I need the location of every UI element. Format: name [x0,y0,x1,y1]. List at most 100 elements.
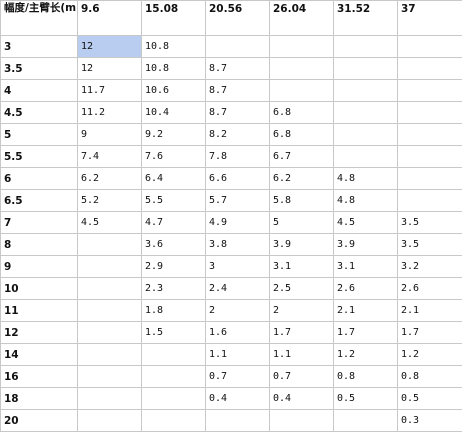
row-header[interactable]: 14 [0,343,78,366]
table-cell[interactable]: 6.8 [269,123,334,146]
table-cell[interactable]: 3.9 [333,233,398,256]
table-cell[interactable] [397,189,462,212]
table-cell[interactable]: 7.8 [205,145,270,168]
table-cell[interactable]: 11.2 [77,101,142,124]
table-cell[interactable]: 0.4 [269,387,334,410]
table-cell[interactable]: 2.3 [141,277,206,300]
table-cell[interactable]: 12 [77,57,142,80]
table-cell[interactable] [77,387,142,410]
table-cell[interactable] [269,79,334,102]
table-cell[interactable]: 0.8 [333,365,398,388]
table-cell[interactable] [77,277,142,300]
table-cell[interactable]: 3.1 [333,255,398,278]
table-cell[interactable]: 3 [205,255,270,278]
table-cell[interactable]: 9.2 [141,123,206,146]
column-header[interactable]: 37 [397,0,462,36]
table-cell[interactable] [397,79,462,102]
table-cell[interactable]: 0.8 [397,365,462,388]
table-cell[interactable]: 8.7 [205,57,270,80]
table-cell[interactable] [77,321,142,344]
table-cell[interactable] [397,145,462,168]
table-cell[interactable]: 3.9 [269,233,334,256]
table-cell[interactable]: 10.8 [141,35,206,58]
table-cell[interactable]: 9 [77,123,142,146]
table-cell[interactable] [397,35,462,58]
row-header[interactable]: 8 [0,233,78,256]
table-cell[interactable]: 6.2 [77,167,142,190]
table-cell[interactable] [397,123,462,146]
table-cell[interactable]: 10.6 [141,79,206,102]
row-header[interactable]: 4 [0,79,78,102]
table-cell[interactable]: 2.6 [397,277,462,300]
row-header[interactable]: 3.5 [0,57,78,80]
table-cell[interactable] [77,233,142,256]
selected-cell[interactable]: 12 [77,35,142,58]
table-cell[interactable] [77,343,142,366]
table-cell[interactable] [333,123,398,146]
table-cell[interactable] [333,145,398,168]
table-cell[interactable] [141,343,206,366]
table-cell[interactable]: 10.4 [141,101,206,124]
table-cell[interactable]: 3.5 [397,211,462,234]
table-cell[interactable] [333,409,398,432]
row-header[interactable]: 18 [0,387,78,410]
table-cell[interactable]: 2.6 [333,277,398,300]
table-cell[interactable] [397,57,462,80]
table-cell[interactable]: 5.7 [205,189,270,212]
table-cell[interactable]: 11.7 [77,79,142,102]
table-cell[interactable]: 2 [269,299,334,322]
table-cell[interactable]: 1.7 [333,321,398,344]
table-cell[interactable] [269,57,334,80]
table-cell[interactable] [269,409,334,432]
table-cell[interactable] [141,387,206,410]
row-header[interactable]: 20 [0,409,78,432]
table-cell[interactable]: 0.5 [397,387,462,410]
table-cell[interactable]: 8.7 [205,101,270,124]
column-header[interactable]: 9.6 [77,0,142,36]
table-cell[interactable]: 6.7 [269,145,334,168]
table-cell[interactable]: 1.8 [141,299,206,322]
table-cell[interactable]: 4.7 [141,211,206,234]
table-cell[interactable]: 1.1 [269,343,334,366]
table-cell[interactable]: 1.1 [205,343,270,366]
table-cell[interactable]: 2.9 [141,255,206,278]
table-cell[interactable]: 5.2 [77,189,142,212]
table-cell[interactable]: 0.5 [333,387,398,410]
table-cell[interactable] [77,255,142,278]
table-cell[interactable]: 3.5 [397,233,462,256]
table-cell[interactable]: 3.2 [397,255,462,278]
table-cell[interactable] [333,79,398,102]
table-cell[interactable] [77,299,142,322]
table-cell[interactable]: 1.2 [397,343,462,366]
row-header[interactable]: 9 [0,255,78,278]
table-cell[interactable] [333,101,398,124]
table-cell[interactable]: 4.8 [333,167,398,190]
table-cell[interactable] [141,365,206,388]
table-cell[interactable]: 6.6 [205,167,270,190]
table-cell[interactable]: 1.7 [397,321,462,344]
table-cell[interactable]: 1.5 [141,321,206,344]
table-cell[interactable]: 5.8 [269,189,334,212]
row-header[interactable]: 5.5 [0,145,78,168]
table-cell[interactable]: 3.6 [141,233,206,256]
table-cell[interactable]: 0.7 [205,365,270,388]
row-header[interactable]: 5 [0,123,78,146]
row-header[interactable]: 12 [0,321,78,344]
table-cell[interactable]: 4.8 [333,189,398,212]
table-cell[interactable]: 5.5 [141,189,206,212]
table-cell[interactable] [397,167,462,190]
table-cell[interactable] [77,409,142,432]
table-cell[interactable]: 2 [205,299,270,322]
row-header[interactable]: 3 [0,35,78,58]
row-header[interactable]: 4.5 [0,101,78,124]
column-header[interactable]: 26.04 [269,0,334,36]
table-cell[interactable]: 10.8 [141,57,206,80]
table-cell[interactable]: 2.5 [269,277,334,300]
table-cell[interactable] [333,35,398,58]
table-cell[interactable] [77,365,142,388]
table-cell[interactable]: 2.1 [333,299,398,322]
table-cell[interactable]: 4.5 [77,211,142,234]
table-cell[interactable]: 8.2 [205,123,270,146]
column-header[interactable]: 31.52 [333,0,398,36]
table-cell[interactable]: 7.4 [77,145,142,168]
